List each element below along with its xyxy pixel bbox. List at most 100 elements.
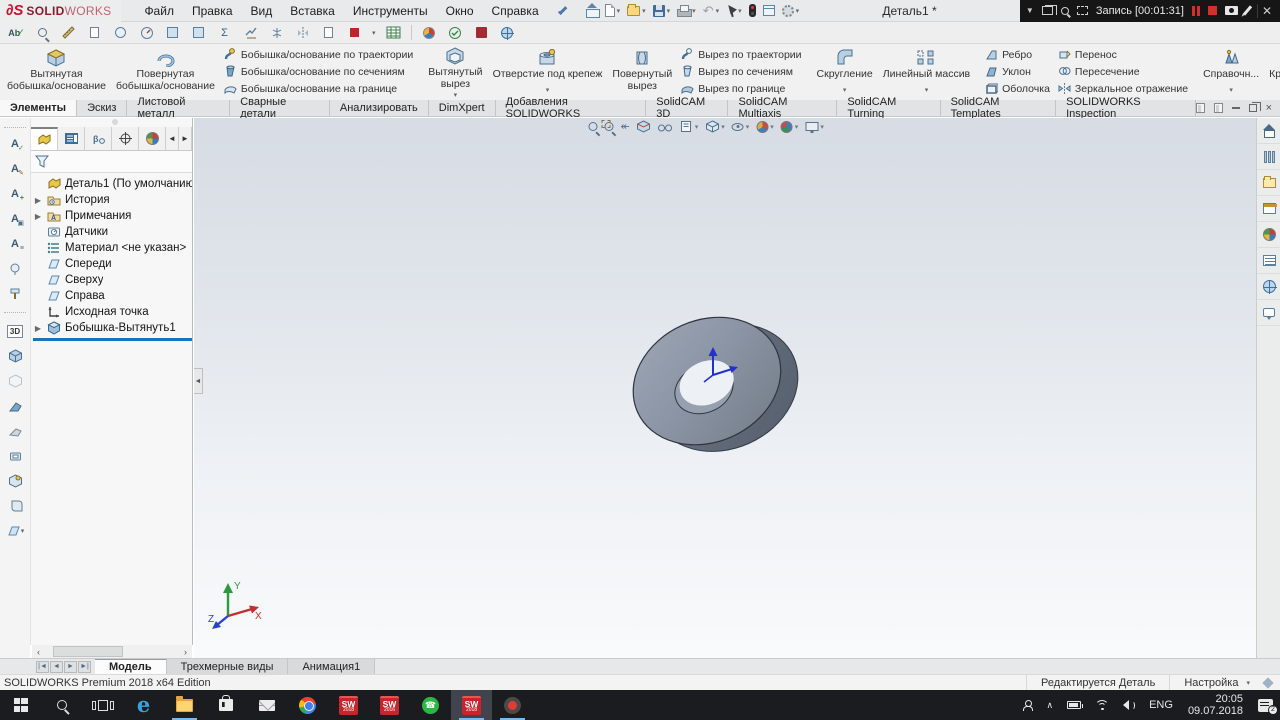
tab-solidworks-inspection[interactable]: SOLIDWORKS Inspection xyxy=(1056,100,1196,116)
close-document-icon[interactable]: × xyxy=(1266,102,1272,114)
file-explorer-taskbar-icon[interactable] xyxy=(164,690,205,720)
feature-cube-icon[interactable] xyxy=(5,346,25,366)
select-caret[interactable]: ▾ xyxy=(738,7,742,15)
format-painter-icon[interactable] xyxy=(5,284,25,304)
wedge-gray-icon[interactable] xyxy=(5,421,25,441)
stop-recording-icon[interactable] xyxy=(1208,6,1217,15)
home-icon[interactable] xyxy=(586,5,598,16)
appearances-scenes-icon[interactable] xyxy=(1257,222,1280,248)
hidden-icons-chevron[interactable]: ∧ xyxy=(1040,690,1061,720)
tab-features[interactable]: Элементы xyxy=(0,100,77,116)
plate-icon[interactable] xyxy=(5,446,25,466)
revolved-boss-button[interactable]: Повернутаябобышка/основание xyxy=(111,46,220,97)
fillet-caret[interactable]: ▾ xyxy=(843,85,847,97)
solidworks-resources-icon[interactable] xyxy=(1257,274,1280,300)
dynamic-annotation-views-icon[interactable] xyxy=(658,121,673,133)
evaluate-geometry-icon[interactable] xyxy=(190,24,207,41)
fillet-button[interactable]: Скругление ▾ xyxy=(812,46,878,97)
rib-button[interactable]: Ребро xyxy=(985,47,1050,63)
washer-3d-model[interactable] xyxy=(622,298,800,470)
recorder-zoom-icon[interactable] xyxy=(1061,7,1069,15)
annotation-add-icon[interactable]: A+ xyxy=(5,184,25,204)
tree-horizontal-scrollbar[interactable]: ‹ › xyxy=(32,645,192,658)
chrome-icon[interactable] xyxy=(287,690,328,720)
extruded-cut-button[interactable]: Вытянутыйвырез ▾ xyxy=(423,46,487,97)
tab-dimxpert[interactable]: DimXpert xyxy=(429,100,496,116)
view-selector-icon[interactable]: ▾ xyxy=(680,120,699,133)
symmetry-check-icon[interactable] xyxy=(294,24,311,41)
file-explorer-icon[interactable] xyxy=(1257,170,1280,196)
section-properties-icon[interactable] xyxy=(112,24,129,41)
menu-view[interactable]: Вид xyxy=(242,0,282,22)
expand-arrow[interactable]: ▶ xyxy=(33,212,43,221)
open-document-icon[interactable] xyxy=(627,6,640,16)
tab-motion-study[interactable]: Анимация1 xyxy=(288,659,375,674)
menu-edit[interactable]: Правка xyxy=(183,0,242,22)
tab-sheet-metal[interactable]: Листовой металл xyxy=(127,100,230,116)
save-caret[interactable]: ▾ xyxy=(667,7,671,15)
save-icon[interactable] xyxy=(653,5,665,17)
menu-help[interactable]: Справка xyxy=(483,0,548,22)
open-caret[interactable]: ▾ xyxy=(642,7,646,15)
tab-solidcam-multiaxis[interactable]: SolidCAM Multiaxis xyxy=(728,100,837,116)
curves-button[interactable]: Кривые ▾ xyxy=(1264,46,1280,97)
annotation-edit-icon[interactable]: A✎ xyxy=(5,159,25,179)
file-properties-icon[interactable] xyxy=(763,5,775,16)
clock[interactable]: 20:05 09.07.2018 xyxy=(1180,693,1251,717)
equations-icon[interactable]: Σ xyxy=(216,24,233,41)
tree-item-material[interactable]: Материал <не указан> xyxy=(33,240,192,256)
solidworks-2016-icon[interactable]: SW2016 xyxy=(369,690,410,720)
pane-right-icon[interactable] xyxy=(1214,103,1223,113)
people-icon[interactable] xyxy=(1016,690,1040,720)
tab-solidcam-templates[interactable]: SolidCAM Templates xyxy=(941,100,1057,116)
tools-caret[interactable]: ▾ xyxy=(372,29,376,37)
edit-appearance-icon[interactable]: ▾ xyxy=(781,121,799,133)
taskbar-search-icon[interactable] xyxy=(41,690,82,720)
note-tool-icon[interactable]: A✓ xyxy=(5,134,25,154)
tab-solidcam-turning[interactable]: SolidCAM Turning xyxy=(837,100,940,116)
mirror-button[interactable]: Зеркальное отражение xyxy=(1058,81,1188,97)
undo-icon[interactable]: ↶ xyxy=(703,5,714,16)
undo-caret[interactable]: ▾ xyxy=(716,7,720,15)
revolved-cut-button[interactable]: Повернутыйвырез xyxy=(607,46,677,97)
tab-configuration-manager[interactable]: β xyxy=(85,127,112,150)
balloon-tool-icon[interactable] xyxy=(5,259,25,279)
draft-button[interactable]: Уклон xyxy=(985,64,1050,80)
zoom-fit-icon[interactable] xyxy=(589,122,598,131)
sensor-icon[interactable] xyxy=(138,24,155,41)
menu-tools[interactable]: Инструменты xyxy=(344,0,437,22)
customize-status[interactable]: Настройка▾ xyxy=(1169,675,1264,690)
panel-tab-left-arrow[interactable]: ◄ xyxy=(166,127,179,150)
tab-dimxpert-manager[interactable] xyxy=(112,127,139,150)
microsoft-store-icon[interactable] xyxy=(205,690,246,720)
panel-collapse-handle[interactable]: ◄ xyxy=(194,368,203,394)
select-cursor-icon[interactable] xyxy=(726,4,736,17)
battery-icon[interactable] xyxy=(1060,690,1088,720)
view-3d-icon[interactable]: 3D xyxy=(5,321,25,341)
whatsapp-icon[interactable]: ☎ xyxy=(410,690,451,720)
sustainability-icon[interactable] xyxy=(473,24,490,41)
new-document-icon[interactable] xyxy=(605,4,615,17)
magnified-selection-icon[interactable] xyxy=(34,24,51,41)
task-view-icon[interactable] xyxy=(82,690,123,720)
solidworks-2018-running-icon[interactable]: SW2018 xyxy=(451,690,492,720)
annotation-copy-icon[interactable]: A▣ xyxy=(5,209,25,229)
tree-item-annotations[interactable]: ▶ A Примечания xyxy=(33,208,192,224)
tree-item-sensors[interactable]: Датчики xyxy=(33,224,192,240)
print-icon[interactable] xyxy=(677,5,690,16)
view-orientation-icon[interactable]: ▾ xyxy=(705,120,725,133)
last-tab-icon[interactable]: ►| xyxy=(78,661,91,673)
annotate-pencil-icon[interactable] xyxy=(1243,5,1252,15)
restore-window-icon[interactable] xyxy=(1249,104,1257,112)
zoom-area-icon[interactable] xyxy=(605,122,614,131)
mail-icon[interactable] xyxy=(246,690,287,720)
pin-menu-icon[interactable] xyxy=(558,6,568,16)
tab-model[interactable]: Модель xyxy=(95,659,167,674)
rollback-bar[interactable] xyxy=(33,338,192,341)
tree-root-part[interactable]: Деталь1 (По умолчанию<<По xyxy=(33,176,192,192)
panel-grip-dot[interactable] xyxy=(112,119,118,125)
design-library-icon[interactable] xyxy=(1257,144,1280,170)
screenshot-camera-icon[interactable] xyxy=(1225,6,1238,15)
recorder-region-icon[interactable] xyxy=(1077,6,1088,15)
tree-item-right-plane[interactable]: Справа xyxy=(33,288,192,304)
